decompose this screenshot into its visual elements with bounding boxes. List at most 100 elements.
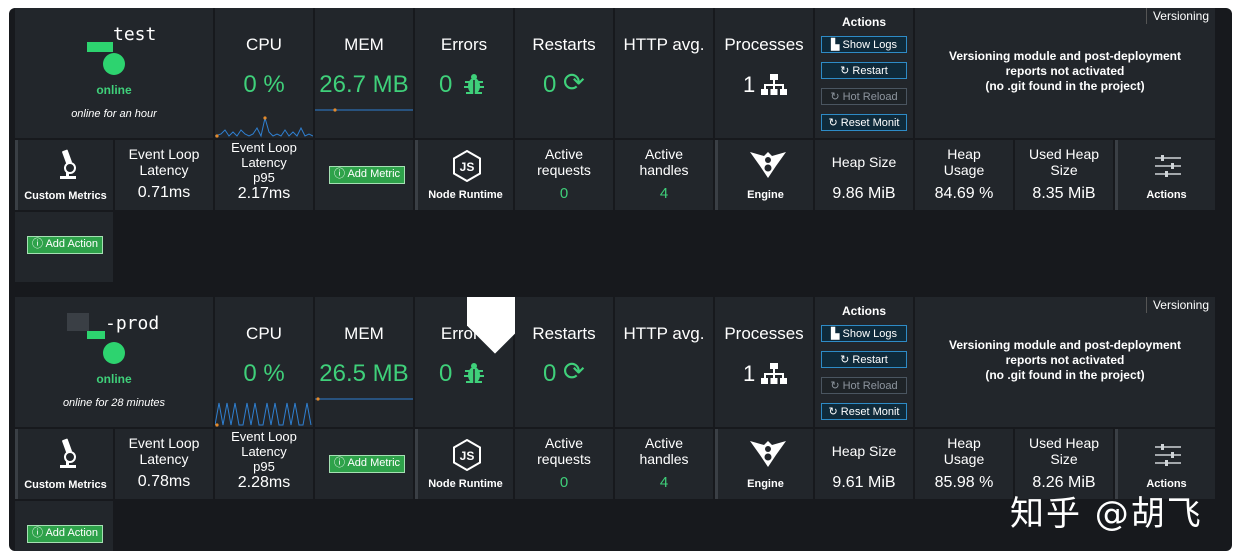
refresh-icon: ⟳ — [563, 68, 585, 98]
engine-cell[interactable]: Engine — [715, 140, 813, 210]
app-name: test — [113, 24, 157, 45]
active-requests-label: Active requests — [537, 146, 591, 178]
mem-cell: MEM 26.7 MB — [315, 8, 413, 138]
status-dot — [103, 342, 125, 364]
status-label: online — [96, 372, 132, 386]
active-requests-value: 0 — [559, 185, 569, 202]
show-logs-button[interactable]: ▙ Show Logs — [821, 325, 907, 342]
heap-size-value: 9.86 MiB — [832, 185, 896, 202]
refresh-icon: ↻ — [830, 380, 843, 392]
engine-label: Engine — [747, 189, 784, 201]
hot-reload-button[interactable]: ↻ Hot Reload — [821, 88, 907, 105]
add-metric-cell: ⓘ Add Metric — [315, 140, 413, 210]
actions-title: Actions — [841, 15, 886, 29]
actions-cell: Actions ▙ Show Logs ↻ Restart ↻ Hot Relo… — [815, 8, 913, 138]
app-name: -prod — [105, 313, 160, 334]
info-icon: ⓘ — [334, 168, 348, 180]
refresh-icon: ↻ — [828, 117, 841, 129]
restarts-label: Restarts — [532, 35, 596, 54]
add-metric-cell: ⓘ Add Metric — [315, 429, 413, 499]
node-runtime-cell[interactable]: JS Node Runtime — [415, 140, 513, 210]
sliders-icon — [1155, 444, 1181, 466]
add-action-button[interactable]: ⓘ Add Action — [27, 525, 104, 543]
versioning-badge[interactable]: Versioning — [1145, 297, 1215, 313]
used-heap-value: 8.35 MiB — [1032, 185, 1096, 202]
actions-label: Actions — [1146, 189, 1187, 201]
used-heap-label: Used Heap Size — [1028, 146, 1100, 178]
actions-cell: Actions ▙ Show Logs ↻ Restart ↻ Hot Relo… — [815, 297, 913, 427]
mem-sparkline — [315, 397, 413, 401]
status-dot — [103, 53, 125, 75]
actions-sliders-cell[interactable]: Actions — [1115, 140, 1215, 210]
add-metric-button[interactable]: ⓘ Add Metric — [329, 455, 406, 473]
active-handles-label: Active handles — [639, 435, 689, 467]
svg-text:JS: JS — [460, 160, 475, 174]
refresh-icon: ↻ — [828, 406, 841, 418]
event-loop-label: Event Loop Latency — [128, 146, 200, 178]
reset-monit-button[interactable]: ↻ Reset Monit — [821, 114, 907, 131]
add-metric-button[interactable]: ⓘ Add Metric — [329, 166, 406, 184]
active-handles-value: 4 — [659, 185, 669, 202]
event-loop-cell: Event Loop Latency 0.71ms — [115, 140, 213, 210]
info-icon: ⓘ — [334, 457, 348, 469]
heap-usage-label: Heap Usage — [943, 435, 985, 467]
mem-sparkline — [315, 108, 413, 112]
heap-size-label: Heap Size — [831, 154, 897, 170]
app-status-cell[interactable]: test online online for an hour — [15, 8, 213, 138]
nodejs-icon: JS — [453, 150, 481, 182]
heap-size-value: 9.61 MiB — [832, 474, 896, 491]
dashboard-frame: test online online for an hour CPU 0 % M… — [9, 8, 1232, 551]
add-action-button[interactable]: ⓘ Add Action — [27, 236, 104, 254]
sitemap-icon — [761, 363, 787, 384]
sitemap-icon — [761, 74, 787, 95]
errors-cell[interactable]: Errors 0 — [415, 8, 513, 138]
event-loop-p95-label: Event Loop Latency p95 — [231, 429, 297, 474]
event-loop-label: Event Loop Latency — [128, 435, 200, 467]
reset-monit-button[interactable]: ↻ Reset Monit — [821, 403, 907, 420]
app-logo — [67, 313, 89, 331]
engine-cell[interactable]: Engine — [715, 429, 813, 499]
app-status-cell[interactable]: -prod online online for 28 minutes — [15, 297, 213, 427]
mem-label: MEM — [344, 324, 384, 343]
used-heap-label: Used Heap Size — [1028, 435, 1100, 467]
heap-usage-value: 85.98 % — [934, 474, 994, 491]
custom-metrics-label: Custom Metrics — [24, 190, 107, 202]
custom-metrics-cell[interactable]: Custom Metrics — [15, 429, 113, 499]
heap-size-label: Heap Size — [831, 443, 897, 459]
restart-button[interactable]: ↻ Restart — [821, 351, 907, 368]
info-icon: ⓘ — [32, 238, 46, 250]
file-icon: ▙ — [831, 328, 843, 340]
active-handles-cell: Active handles 4 — [615, 429, 713, 499]
versioning-cell: Versioning Versioning module and post-de… — [915, 297, 1215, 427]
event-loop-p95-label: Event Loop Latency p95 — [231, 140, 297, 185]
actions-title: Actions — [841, 304, 886, 318]
bug-icon — [464, 363, 484, 383]
add-action-cell: ⓘ Add Action — [15, 501, 113, 551]
event-loop-value: 0.71ms — [137, 184, 191, 201]
node-runtime-cell[interactable]: JS Node Runtime — [415, 429, 513, 499]
versioning-badge[interactable]: Versioning — [1145, 8, 1215, 24]
refresh-icon: ⟳ — [563, 357, 585, 387]
http-label: HTTP avg. — [623, 324, 705, 343]
active-requests-cell: Active requests 0 — [515, 140, 613, 210]
errors-cell[interactable]: Errors 0 inspect — [415, 297, 527, 427]
versioning-message: Versioning module and post-deployment re… — [948, 49, 1182, 93]
uptime-label: online for 28 minutes — [62, 397, 166, 409]
microscope-icon — [60, 149, 76, 179]
cpu-sparkline — [215, 402, 312, 427]
show-logs-button[interactable]: ▙ Show Logs — [821, 36, 907, 53]
engine-label: Engine — [747, 478, 784, 490]
v8-engine-icon — [750, 441, 786, 467]
cpu-value: 0 % — [243, 71, 285, 98]
hot-reload-button[interactable]: ↻ Hot Reload — [821, 377, 907, 394]
cpu-cell: CPU 0 % — [215, 8, 313, 138]
add-action-cell: ⓘ Add Action — [15, 212, 113, 282]
custom-metrics-cell[interactable]: Custom Metrics — [15, 140, 113, 210]
app-logo — [87, 42, 113, 52]
mem-value: 26.5 MB — [319, 360, 409, 387]
app-logo-accent — [87, 331, 105, 339]
restarts-cell: Restarts 0 ⟳ — [515, 8, 613, 138]
svg-text:JS: JS — [460, 449, 475, 463]
event-loop-p95-cell: Event Loop Latency p95 2.28ms — [215, 429, 313, 499]
restart-button[interactable]: ↻ Restart — [821, 62, 907, 79]
